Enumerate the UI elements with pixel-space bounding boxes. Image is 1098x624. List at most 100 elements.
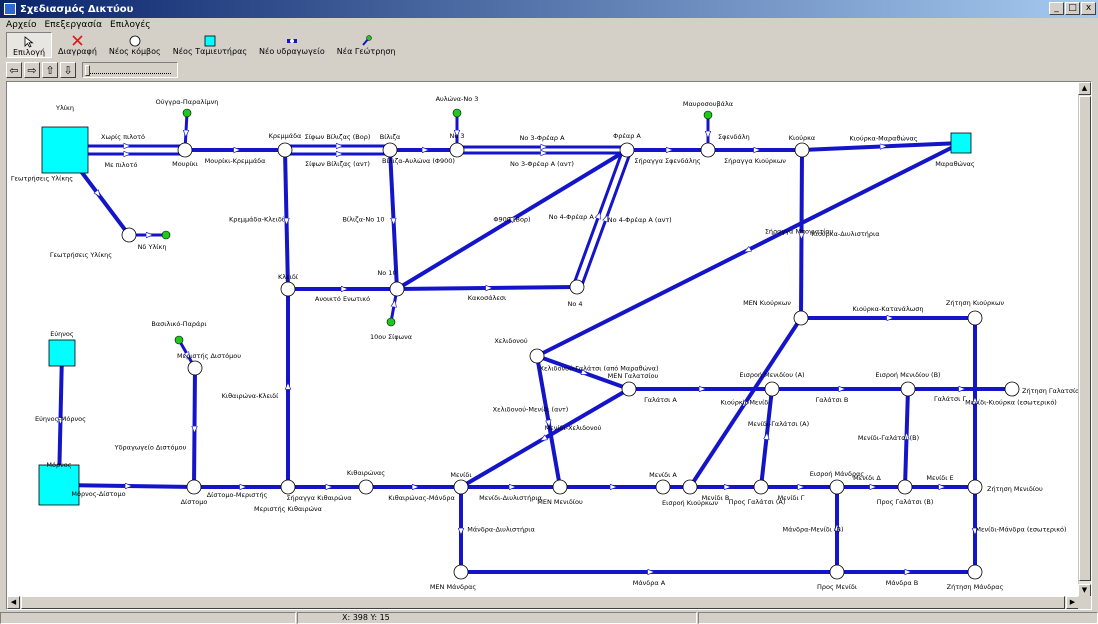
scroll-left-arrow[interactable]: ◀: [7, 596, 20, 609]
network-node[interactable]: [753, 479, 769, 495]
network-node[interactable]: [280, 479, 296, 495]
network-node[interactable]: [900, 381, 916, 397]
scroll-up-arrow[interactable]: ▲: [1078, 82, 1091, 95]
network-node[interactable]: [449, 142, 465, 158]
new-borehole-button[interactable]: Νέα Γεώτρηση: [331, 32, 402, 58]
delete-x-icon: [72, 34, 83, 47]
node-label: Εισροή Μενιδίου (Α): [739, 371, 804, 379]
node-label: Ζήτηση Κιούρκων: [946, 299, 1005, 307]
network-node[interactable]: [177, 142, 193, 158]
network-node[interactable]: [682, 479, 698, 495]
horizontal-scrollbar[interactable]: ◀ ▶: [7, 596, 1079, 609]
zoom-thumb[interactable]: [85, 65, 90, 76]
link-line[interactable]: [283, 148, 290, 291]
link-label: Δίστομο-Μεριστής: [207, 491, 268, 499]
link-line[interactable]: [395, 285, 579, 291]
network-node[interactable]: [453, 479, 469, 495]
borehole-node[interactable]: [386, 317, 396, 327]
delete-tool-button[interactable]: Διαγραφή: [52, 32, 103, 58]
network-node[interactable]: [967, 479, 983, 495]
zoom-slider[interactable]: [82, 62, 178, 78]
network-node[interactable]: [1004, 381, 1020, 397]
link-line[interactable]: [800, 141, 963, 152]
network-node[interactable]: [121, 227, 137, 243]
link-label: Μενίδι-Χελιδονού: [545, 424, 602, 432]
title-bar[interactable]: Σχεδιασμός Δικτύου _ □ x: [0, 0, 1098, 18]
link-label: Υδραγωγείο Διστόμου: [114, 444, 187, 452]
pan-left-button[interactable]: ⇦: [6, 62, 22, 78]
network-node[interactable]: [358, 479, 374, 495]
link-line[interactable]: [535, 354, 562, 489]
network-canvas[interactable]: Χωρίς πιλοτό Με πιλοτό Μουρίκι-Κρεμμάδα Σίφ…: [7, 82, 1079, 597]
node-label: Ζήτηση Μάνδρας: [947, 583, 1004, 591]
network-node[interactable]: [389, 281, 405, 297]
link-label: Γαλάτσι Γ: [934, 395, 966, 403]
link-line[interactable]: [535, 141, 963, 358]
menu-options[interactable]: Επιλογές: [110, 20, 150, 30]
link-label: Χελιδονού-Μενίδι (ανт): [493, 406, 569, 414]
network-node[interactable]: [967, 564, 983, 580]
minimize-button[interactable]: _: [1049, 2, 1064, 15]
menu-edit[interactable]: Επεξεργασία: [45, 20, 103, 30]
horizontal-scroll-thumb[interactable]: [21, 596, 1065, 609]
vertical-scroll-thumb[interactable]: [1079, 96, 1091, 581]
network-node[interactable]: [794, 142, 810, 158]
borehole-node[interactable]: [703, 110, 713, 120]
network-node[interactable]: [764, 381, 780, 397]
network-node[interactable]: [552, 479, 568, 495]
network-node[interactable]: [453, 564, 469, 580]
new-node-button[interactable]: Νέος κόμβος: [103, 32, 167, 58]
menu-file[interactable]: Αρχείο: [6, 20, 37, 30]
network-node[interactable]: [621, 381, 637, 397]
link-label: Φ900 (Βορ): [493, 216, 530, 224]
network-node[interactable]: [829, 479, 845, 495]
node-label: Χελιδονού: [494, 337, 528, 345]
borehole-node[interactable]: [161, 230, 171, 240]
pan-up-button[interactable]: ⇧: [42, 62, 58, 78]
network-node[interactable]: [793, 310, 809, 326]
link-label: Μενίδι-Γαλάτσι (Α): [748, 420, 809, 428]
network-node[interactable]: [186, 479, 202, 495]
borehole-node[interactable]: [452, 108, 462, 118]
reservoir-node[interactable]: [41, 126, 89, 174]
vertical-scrollbar[interactable]: ▲ ▼: [1078, 82, 1091, 597]
network-node[interactable]: [619, 142, 635, 158]
node-label: ΜΕΝ Μάνδρας: [430, 583, 477, 591]
network-node[interactable]: [829, 564, 845, 580]
network-node[interactable]: [897, 479, 913, 495]
close-button[interactable]: x: [1081, 2, 1096, 15]
network-node[interactable]: [700, 142, 716, 158]
borehole-node[interactable]: [182, 108, 192, 118]
reservoir-node[interactable]: [38, 464, 80, 506]
network-node[interactable]: [967, 310, 983, 326]
node-label: Γεωτρήσεις Υλίκης: [50, 251, 112, 259]
menu-bar: Αρχείο Επεξεργασία Επιλογές: [0, 18, 1098, 32]
link-label: Μάνδρα Α: [633, 579, 666, 587]
node-label: Φρέαρ Α: [613, 132, 641, 140]
network-node[interactable]: [187, 360, 203, 376]
link-label: Μενίδι-Μάνδρα (εσωτερικό): [975, 526, 1066, 534]
select-tool-button[interactable]: Επιλογή: [6, 32, 53, 58]
link-label: Μάνδρα Β: [886, 579, 918, 587]
link-label: Βίλιζα-Νο 10: [342, 216, 384, 224]
maximize-button[interactable]: □: [1065, 2, 1080, 15]
new-reservoir-button[interactable]: Νέος Ταμιευτήρας: [167, 32, 253, 58]
network-node[interactable]: [277, 142, 293, 158]
network-node[interactable]: [529, 348, 545, 364]
pan-down-button[interactable]: ⇩: [60, 62, 76, 78]
new-node-label: Νέος κόμβος: [108, 47, 161, 56]
borehole-node[interactable]: [174, 335, 184, 345]
node-label: Νο 10: [377, 269, 396, 277]
network-node[interactable]: [280, 281, 296, 297]
node-label: Εισροή Μενιδίου (Β): [875, 371, 940, 379]
new-aqueduct-button[interactable]: Νέο υδραγωγείο: [253, 32, 331, 58]
pan-right-button[interactable]: ⇨: [24, 62, 40, 78]
reservoir-node[interactable]: [950, 132, 972, 154]
select-tool-label: Επιλογή: [13, 48, 46, 57]
network-node[interactable]: [655, 479, 671, 495]
reservoir-node[interactable]: [48, 339, 76, 367]
link-line[interactable]: [192, 366, 197, 489]
network-node[interactable]: [569, 279, 585, 295]
node-label: Προς Γαλάτσι (Β): [877, 498, 934, 506]
network-node[interactable]: [382, 142, 398, 158]
